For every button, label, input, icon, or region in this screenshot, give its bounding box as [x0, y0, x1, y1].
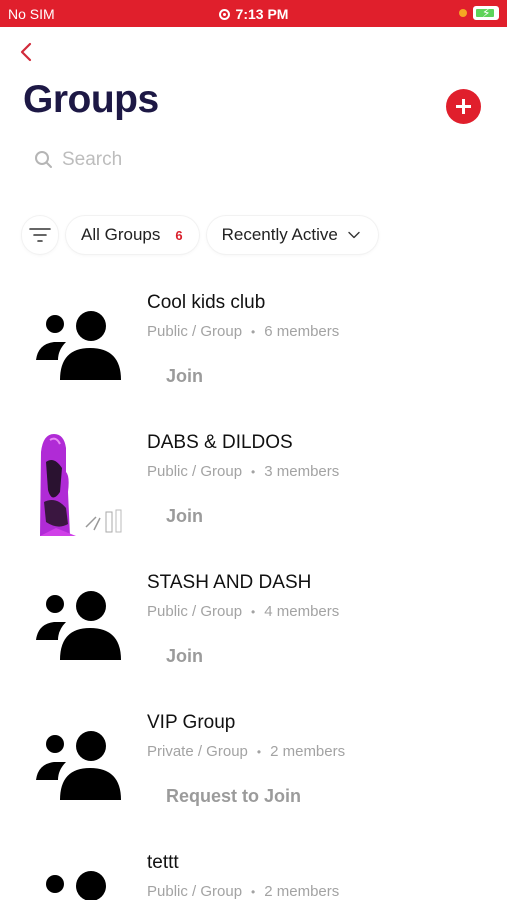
- group-type: Public / Group: [147, 883, 243, 900]
- chevron-down-icon: [348, 231, 360, 239]
- all-groups-count: 6: [175, 227, 183, 243]
- battery-icon: ⚡: [473, 6, 499, 20]
- group-type: Public / Group: [147, 463, 243, 480]
- alarm-icon: [218, 9, 230, 20]
- group-meta: Private / Group • 2 members: [147, 743, 345, 760]
- filter-lines-icon: [29, 228, 51, 242]
- group-photo: [40, 434, 122, 536]
- group-list-item[interactable]: DABS & DILDOS Public / Group • 3 members…: [0, 422, 507, 562]
- group-meta: Public / Group • 6 members: [147, 323, 339, 340]
- join-button[interactable]: Join: [166, 646, 203, 667]
- group-name: DABS & DILDOS: [147, 432, 293, 453]
- meta-separator: •: [251, 324, 256, 339]
- people-icon: [36, 311, 121, 380]
- group-list-item[interactable]: tettt Public / Group • 2 members: [0, 842, 507, 900]
- status-bar: No SIM 7:13 PM ⚡: [0, 0, 507, 27]
- group-type: Public / Group: [147, 603, 243, 620]
- member-count: 3 members: [264, 463, 340, 480]
- group-meta: Public / Group • 4 members: [147, 603, 339, 620]
- request-to-join-button[interactable]: Request to Join: [166, 786, 301, 807]
- search-icon: [35, 151, 52, 168]
- sort-label: Recently Active: [221, 225, 338, 244]
- status-indicators: ⚡: [459, 6, 499, 20]
- meta-separator: •: [251, 604, 256, 619]
- meta-separator: •: [251, 464, 256, 479]
- join-button[interactable]: Join: [166, 366, 203, 387]
- group-type: Public / Group: [147, 323, 243, 340]
- group-name: VIP Group: [147, 712, 236, 733]
- group-meta: Public / Group • 2 members: [147, 883, 339, 900]
- sort-dropdown[interactable]: Recently Active: [206, 216, 378, 254]
- people-icon: [36, 731, 121, 800]
- group-name: Cool kids club: [147, 292, 266, 313]
- page-title: Groups: [23, 78, 159, 121]
- member-count: 2 members: [270, 743, 346, 760]
- join-button[interactable]: Join: [166, 506, 203, 527]
- group-type: Private / Group: [147, 743, 248, 760]
- meta-separator: •: [251, 884, 256, 899]
- add-group-button[interactable]: [446, 89, 481, 124]
- group-name: STASH AND DASH: [147, 572, 312, 593]
- filter-button[interactable]: [22, 216, 58, 254]
- member-count: 2 members: [264, 883, 340, 900]
- group-list-item[interactable]: Cool kids club Public / Group • 6 member…: [0, 282, 507, 422]
- all-groups-chip[interactable]: All Groups 6: [66, 216, 199, 254]
- group-meta: Public / Group • 3 members: [147, 463, 339, 480]
- time-label: 7:13 PM: [235, 6, 289, 22]
- group-name: tettt: [147, 852, 179, 873]
- back-chevron-icon[interactable]: [15, 40, 39, 64]
- status-time: 7:13 PM: [0, 6, 507, 22]
- member-count: 6 members: [264, 323, 340, 340]
- group-list-item[interactable]: VIP Group Private / Group • 2 members Re…: [0, 702, 507, 842]
- member-count: 4 members: [264, 603, 340, 620]
- people-icon: [36, 591, 121, 660]
- filter-row: All Groups 6 Recently Active: [22, 215, 378, 255]
- group-list-item[interactable]: STASH AND DASH Public / Group • 4 member…: [0, 562, 507, 702]
- search-bar[interactable]: [24, 140, 484, 180]
- meta-separator: •: [256, 744, 262, 759]
- people-icon: [46, 871, 106, 900]
- search-input[interactable]: [62, 149, 442, 171]
- all-groups-label: All Groups: [81, 225, 161, 244]
- orange-dot-icon: [459, 9, 467, 17]
